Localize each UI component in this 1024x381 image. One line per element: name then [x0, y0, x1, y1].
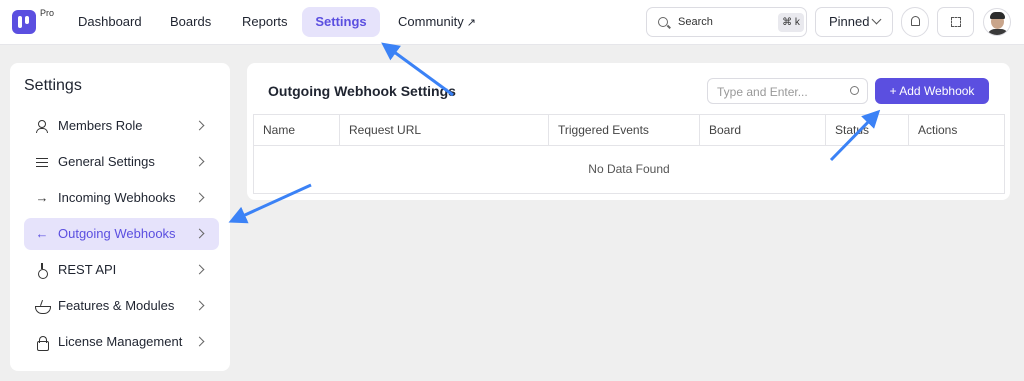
sidebar-item-incoming-webhooks[interactable]: → Incoming Webhooks: [24, 182, 219, 214]
search-icon: [658, 17, 668, 27]
webhooks-table: Name Request URL Triggered Events Board …: [253, 114, 1005, 194]
column-header-triggered-events[interactable]: Triggered Events: [549, 115, 700, 146]
search-icon: [850, 86, 859, 95]
column-header-request-url[interactable]: Request URL: [340, 115, 549, 146]
arrow-left-icon: ←: [35, 226, 49, 241]
column-header-actions[interactable]: Actions: [909, 115, 1004, 146]
empty-state: No Data Found: [588, 162, 670, 176]
nav-reports[interactable]: Reports: [228, 7, 302, 37]
user-avatar[interactable]: [983, 8, 1011, 36]
sidebar-item-label: REST API: [58, 262, 117, 277]
chevron-right-icon: [194, 156, 205, 167]
bowl-icon: [34, 298, 51, 314]
members-icon: [34, 118, 50, 134]
webhook-filter-input[interactable]: Type and Enter...: [707, 78, 868, 104]
chevron-right-icon: [194, 192, 205, 203]
sidebar-item-label: License Management: [58, 334, 183, 349]
notifications-button[interactable]: [901, 7, 929, 37]
add-webhook-button[interactable]: + Add Webhook: [875, 78, 989, 104]
chevron-right-icon: [194, 300, 205, 311]
app-logo[interactable]: [12, 10, 36, 34]
search-label: Search: [678, 16, 713, 28]
sidebar-item-license-management[interactable]: License Management: [24, 326, 219, 358]
filter-placeholder: Type and Enter...: [717, 85, 808, 99]
chevron-right-icon: [194, 336, 205, 347]
sidebar-item-label: Members Role: [58, 118, 143, 133]
table-header: Name Request URL Triggered Events Board …: [254, 115, 1004, 146]
sidebar-item-outgoing-webhooks[interactable]: ← Outgoing Webhooks: [24, 218, 219, 250]
external-link-icon: ↗: [466, 17, 476, 29]
sidebar-item-members-role[interactable]: Members Role: [24, 110, 219, 142]
arrow-right-icon: →: [35, 190, 49, 205]
page-title: Outgoing Webhook Settings: [268, 83, 456, 99]
pro-badge: Pro: [40, 8, 55, 18]
chevron-right-icon: [194, 228, 205, 239]
lock-icon: [34, 334, 50, 351]
nav-settings[interactable]: Settings: [302, 7, 380, 37]
sidebar-item-general-settings[interactable]: General Settings: [24, 146, 219, 178]
chevron-down-icon: [871, 14, 882, 25]
fullscreen-button[interactable]: [937, 7, 974, 37]
sliders-icon: [34, 154, 50, 170]
nav-boards[interactable]: Boards: [156, 7, 225, 37]
sidebar-item-label: General Settings: [58, 154, 155, 169]
pinned-label: Pinned: [829, 14, 870, 29]
top-bar: Pro Dashboard Boards Reports Settings Co…: [0, 0, 1024, 45]
global-search[interactable]: Search ⌘ k: [646, 7, 807, 37]
pinned-dropdown[interactable]: Pinned: [815, 7, 893, 37]
chevron-right-icon: [194, 120, 205, 131]
sidebar-item-rest-api[interactable]: REST API: [24, 254, 219, 286]
nav-dashboard[interactable]: Dashboard: [64, 7, 156, 37]
sidebar-item-label: Incoming Webhooks: [58, 190, 176, 205]
column-header-status[interactable]: Status: [826, 115, 909, 146]
search-shortcut: ⌘ k: [778, 13, 804, 32]
settings-sidebar: Settings Members Role General Settings →…: [10, 63, 230, 371]
column-header-board[interactable]: Board: [700, 115, 826, 146]
sidebar-title: Settings: [24, 77, 82, 94]
sidebar-item-label: Features & Modules: [58, 298, 175, 313]
sidebar-item-features-modules[interactable]: Features & Modules: [24, 290, 219, 322]
plug-icon: [34, 262, 50, 279]
chevron-right-icon: [194, 264, 205, 275]
bell-icon: [911, 16, 920, 26]
nav-community[interactable]: Community ↗: [384, 7, 490, 37]
outgoing-webhook-panel: Outgoing Webhook Settings Type and Enter…: [247, 63, 1010, 200]
expand-icon: [951, 17, 961, 27]
nav-community-label: Community: [398, 14, 464, 29]
sidebar-item-label: Outgoing Webhooks: [58, 226, 176, 241]
column-header-name[interactable]: Name: [254, 115, 340, 146]
